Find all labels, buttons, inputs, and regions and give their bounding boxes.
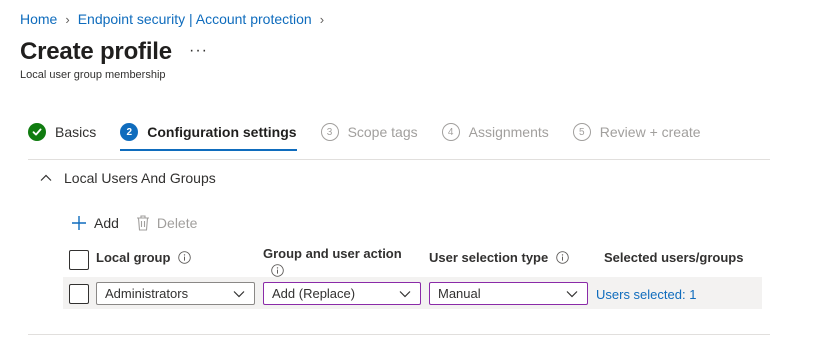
users-selected-link[interactable]: Users selected: 1 xyxy=(596,287,696,302)
step-number: 4 xyxy=(441,123,460,141)
more-options-button[interactable]: ··· xyxy=(189,42,208,60)
trash-icon xyxy=(136,215,149,231)
info-icon[interactable] xyxy=(178,251,192,264)
step-label: Scope tags xyxy=(347,124,418,140)
checkmark-icon xyxy=(28,123,46,141)
delete-button-label: Delete xyxy=(156,215,198,231)
chevron-right-icon: › xyxy=(65,11,70,27)
step-number: 2 xyxy=(120,123,139,141)
breadcrumb: Home › Endpoint security | Account prote… xyxy=(20,10,332,28)
section-title: Local Users And Groups xyxy=(64,170,216,186)
info-icon[interactable] xyxy=(556,251,569,264)
row-checkbox[interactable] xyxy=(69,284,89,304)
step-assignments[interactable]: 4 Assignments xyxy=(441,119,549,145)
add-button-label: Add xyxy=(94,215,119,231)
section-toggle-local-users-groups[interactable]: Local Users And Groups xyxy=(38,170,216,186)
chevron-down-icon xyxy=(566,290,578,297)
breadcrumb-home-link[interactable]: Home xyxy=(20,11,57,27)
column-header-action: Group and user action xyxy=(263,246,402,261)
chevron-up-icon xyxy=(40,174,52,181)
step-number: 3 xyxy=(320,123,339,141)
step-basics[interactable]: Basics xyxy=(28,119,96,145)
plus-icon xyxy=(72,216,86,230)
step-scope-tags[interactable]: 3 Scope tags xyxy=(320,119,418,145)
step-configuration-settings[interactable]: 2 Configuration settings xyxy=(120,119,297,151)
column-header-selection-type: User selection type xyxy=(429,250,569,265)
add-button[interactable]: Add xyxy=(70,214,119,232)
chevron-down-icon xyxy=(399,290,411,297)
chevron-right-icon: › xyxy=(319,11,325,27)
step-label: Configuration settings xyxy=(147,124,297,140)
step-label: Review + create xyxy=(599,124,701,140)
step-label: Assignments xyxy=(468,124,549,140)
column-header-selected: Selected users/groups xyxy=(604,250,744,265)
page-title: Create profile xyxy=(20,38,172,65)
local-group-dropdown[interactable]: Administrators xyxy=(96,282,255,305)
delete-button[interactable]: Delete xyxy=(135,214,197,232)
step-review-create[interactable]: 5 Review + create xyxy=(572,119,701,145)
step-number: 5 xyxy=(572,123,591,141)
chevron-down-icon xyxy=(233,290,245,297)
wizard-steps: Basics 2 Configuration settings 3 Scope … xyxy=(28,119,725,151)
step-label: Basics xyxy=(55,124,97,140)
column-header-local-group: Local group xyxy=(96,250,192,265)
breadcrumb-section-link[interactable]: Endpoint security | Account protection xyxy=(78,11,312,27)
action-dropdown[interactable]: Add (Replace) xyxy=(263,282,421,305)
divider xyxy=(28,159,770,160)
divider xyxy=(28,334,770,335)
selection-type-dropdown[interactable]: Manual xyxy=(429,282,588,305)
toolbar: Add Delete xyxy=(70,214,213,232)
select-all-checkbox[interactable] xyxy=(69,250,89,270)
page-subtitle: Local user group membership xyxy=(20,69,166,81)
info-icon[interactable] xyxy=(271,264,284,277)
